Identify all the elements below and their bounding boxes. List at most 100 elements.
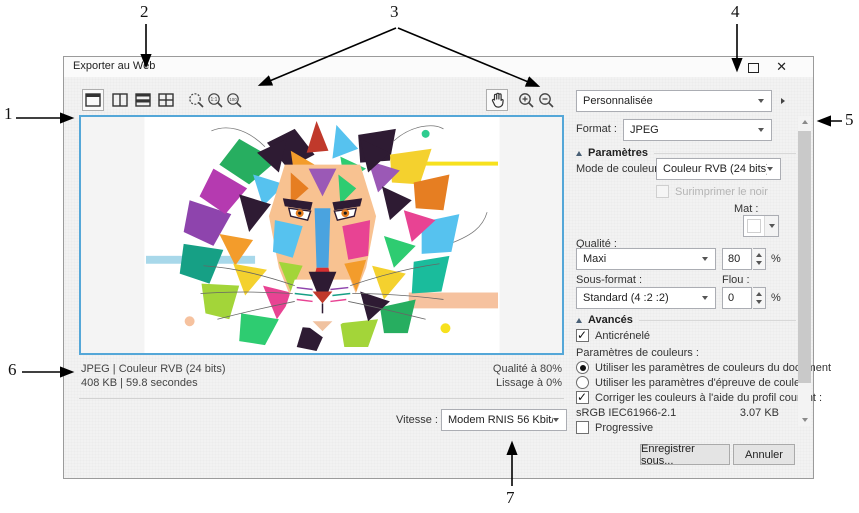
status-divider — [79, 398, 564, 399]
speed-dropdown[interactable]: Modem RNIS 56 Kbit/s — [441, 409, 567, 431]
quality-dropdown[interactable]: Maxi — [576, 248, 716, 270]
save-as-button[interactable]: Enregistrer sous... — [640, 443, 730, 467]
quality-percent-input[interactable] — [722, 248, 752, 270]
spin-up-icon[interactable] — [756, 292, 762, 296]
antialias-label: Anticrénelé — [595, 329, 651, 342]
collapse-triangle-icon — [576, 317, 582, 323]
titlebar[interactable]: Exporter au Web ✕ — [64, 57, 813, 77]
pan-tool-button[interactable] — [486, 89, 508, 111]
overprint-black-checkbox: Surimprimer le noir — [656, 185, 768, 198]
radio-icon — [576, 376, 589, 389]
zoom-1-1-icon: 1:1 — [207, 92, 223, 108]
callout-1: 1 — [4, 104, 13, 123]
use-document-colors-radio[interactable]: Utiliser les paramètres de couleurs du d… — [576, 361, 831, 374]
correct-colors-checkbox[interactable]: Corriger les couleurs à l'aide du profil… — [576, 390, 822, 404]
chevron-down-icon — [758, 99, 764, 103]
callout-6: 6 — [8, 360, 17, 379]
chevron-down-icon — [702, 257, 708, 261]
zoom-in-button[interactable] — [516, 89, 536, 111]
status-smoothing-line: Lissage à 0% — [495, 377, 562, 389]
format-dropdown[interactable]: JPEG — [623, 119, 772, 141]
blur-label: Flou : — [722, 274, 750, 286]
quality-value: Maxi — [583, 253, 607, 265]
scroll-up-icon[interactable] — [798, 116, 811, 128]
speed-label: Vitesse : — [396, 414, 438, 426]
antialias-checkbox[interactable]: Anticrénelé — [576, 328, 651, 342]
checkbox-icon — [656, 185, 669, 198]
spin-down-icon[interactable] — [756, 300, 762, 304]
screenshot-stage: Exporter au Web ✕ 1:1 100 JPEG | Couleur… — [0, 0, 859, 513]
two-vertical-panes-button[interactable] — [109, 89, 131, 111]
single-pane-view-button[interactable] — [82, 89, 104, 111]
status-size-line: 408 KB | 59.8 secondes — [81, 377, 198, 389]
panel-scrollbar[interactable] — [798, 116, 811, 426]
chevron-down-icon — [764, 216, 778, 236]
collapse-triangle-icon — [576, 150, 582, 156]
matte-label: Mat : — [734, 203, 759, 215]
color-profile-size: 3.07 KB — [739, 407, 779, 419]
callout-7: 7 — [506, 488, 515, 507]
use-proof-colors-radio[interactable]: Utiliser les paramètres d'épreuve de cou… — [576, 376, 810, 389]
zoom-to-fit-button[interactable] — [186, 89, 206, 111]
color-mode-value: Couleur RVB (24 bits) — [663, 163, 767, 175]
zoom-out-button[interactable] — [536, 89, 556, 111]
svg-text:1:1: 1:1 — [210, 97, 217, 103]
section-parametres-title: Paramètres — [588, 147, 648, 159]
hand-pan-icon — [491, 92, 504, 108]
progressive-checkbox[interactable]: Progressive — [576, 421, 653, 434]
scrollbar-thumb[interactable] — [798, 131, 811, 383]
subformat-label: Sous-format : — [576, 274, 643, 286]
section-rule — [638, 319, 796, 321]
use-document-colors-label: Utiliser les paramètres de couleurs du d… — [595, 361, 832, 374]
speed-value: Modem RNIS 56 Kbit/s — [448, 414, 553, 426]
color-mode-dropdown[interactable]: Couleur RVB (24 bits) — [656, 158, 781, 180]
spinner-arrows[interactable] — [753, 287, 766, 309]
section-avances[interactable]: Avancés — [576, 314, 796, 326]
close-icon[interactable]: ✕ — [776, 59, 787, 75]
preset-value: Personnalisée — [583, 95, 653, 107]
matte-color-picker[interactable] — [743, 215, 779, 237]
four-panes-button[interactable] — [155, 89, 177, 111]
chevron-down-icon — [702, 296, 708, 300]
callout-2: 2 — [140, 2, 149, 21]
subformat-dropdown[interactable]: Standard (4 :2 :2) — [576, 287, 716, 309]
section-avances-title: Avancés — [588, 314, 633, 326]
preview-pane[interactable] — [79, 115, 564, 355]
maximize-icon[interactable] — [748, 63, 759, 73]
radio-selected-icon — [576, 361, 589, 374]
blur-unit: % — [771, 292, 781, 304]
vertical-split-icon — [112, 93, 128, 107]
checkbox-icon — [576, 421, 589, 434]
color-profile-name: sRGB IEC61966-2.1 — [576, 407, 677, 419]
status-format-line: JPEG | Couleur RVB (24 bits) — [81, 363, 226, 375]
zoom-to-fit-icon — [188, 92, 204, 108]
cancel-button[interactable]: Annuler — [733, 444, 795, 465]
checkbox-checked-icon — [576, 328, 589, 342]
scroll-down-icon[interactable] — [798, 414, 811, 426]
section-rule — [653, 152, 796, 154]
export-to-web-dialog: Exporter au Web ✕ 1:1 100 JPEG | Couleur… — [63, 56, 831, 479]
zoom-1-1-button[interactable]: 1:1 — [205, 89, 225, 111]
preset-flyout-button[interactable] — [776, 90, 790, 112]
subformat-value: Standard (4 :2 :2) — [583, 292, 669, 304]
callout-3: 3 — [390, 2, 399, 21]
blur-spinner[interactable] — [722, 287, 766, 309]
blur-input[interactable] — [722, 287, 752, 309]
zoom-100-button[interactable]: 100 — [224, 89, 244, 111]
spin-down-icon[interactable] — [756, 261, 762, 265]
checkbox-checked-icon — [576, 390, 589, 404]
zoom-out-icon — [538, 92, 554, 108]
format-label: Format : — [576, 123, 617, 135]
format-value: JPEG — [630, 124, 659, 136]
spin-up-icon[interactable] — [756, 253, 762, 257]
svg-text:100: 100 — [229, 97, 237, 102]
dialog-title: Exporter au Web — [73, 60, 156, 72]
callout-5: 5 — [845, 110, 854, 129]
spinner-arrows[interactable] — [753, 248, 766, 270]
single-pane-icon — [85, 93, 101, 107]
two-horizontal-panes-button[interactable] — [132, 89, 154, 111]
preset-dropdown[interactable]: Personnalisée — [576, 90, 772, 112]
quality-unit: % — [771, 253, 781, 265]
quality-percent-spinner[interactable] — [722, 248, 766, 270]
color-swatch — [747, 219, 761, 233]
